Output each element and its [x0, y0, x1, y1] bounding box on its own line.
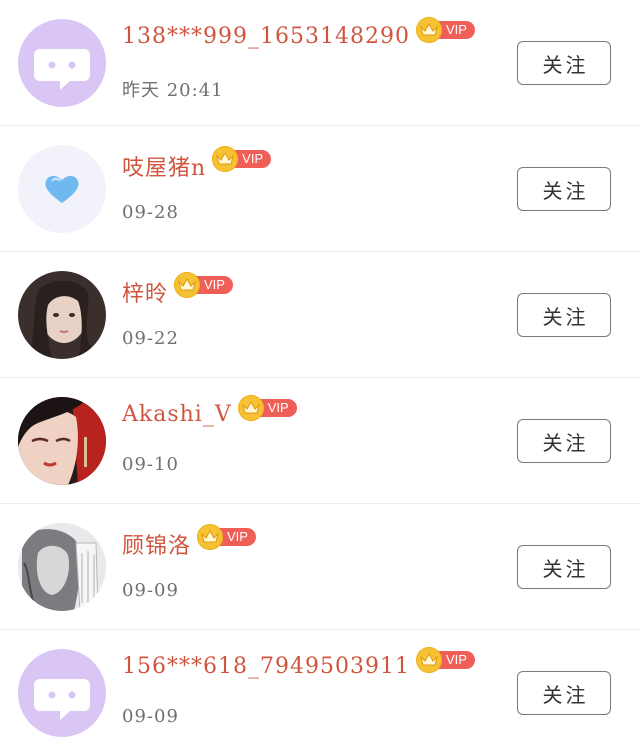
avatar[interactable]: [18, 649, 106, 737]
avatar[interactable]: [18, 523, 106, 611]
list-item[interactable]: 吱屋猪n VIP 09-28 关注: [0, 126, 640, 252]
avatar[interactable]: [18, 19, 106, 107]
photo-avatar-icon: [18, 271, 106, 359]
list-item[interactable]: 梓昤 VIP 09-22 关注: [0, 252, 640, 378]
vip-badge: VIP: [174, 272, 233, 298]
name-line: 138***999_1653148290 VIP: [122, 16, 475, 49]
vip-badge: VIP: [197, 524, 256, 550]
follow-time: 09-09: [122, 706, 179, 727]
follow-button[interactable]: 关注: [517, 545, 611, 589]
chat-bubble-icon: [18, 649, 106, 737]
follow-button[interactable]: 关注: [517, 671, 611, 715]
follow-button[interactable]: 关注: [517, 167, 611, 211]
illustration-avatar-icon: [18, 397, 106, 485]
vip-badge: VIP: [415, 646, 475, 673]
list-item[interactable]: Akashi_V VIP 09-10 关注: [0, 378, 640, 504]
crown-icon: [415, 16, 442, 43]
follow-button[interactable]: 关注: [517, 419, 611, 463]
vip-badge: VIP: [212, 146, 272, 172]
follower-list: 138***999_1653148290 VIP 昨天 20:41 关注 吱屋猪…: [0, 0, 640, 756]
avatar[interactable]: [18, 271, 106, 359]
sketch-avatar-icon: [18, 523, 106, 611]
follow-button[interactable]: 关注: [517, 293, 611, 337]
crown-icon: [415, 646, 442, 673]
user-name[interactable]: 顾锦洛: [122, 528, 191, 560]
user-name[interactable]: Akashi_V: [122, 402, 232, 427]
crown-icon: [197, 524, 224, 550]
user-name[interactable]: 梓昤: [122, 276, 168, 308]
list-item[interactable]: 顾锦洛 VIP 09-09 关注: [0, 504, 640, 630]
name-line: Akashi_V VIP: [122, 394, 297, 427]
name-line: 吱屋猪n VIP: [122, 146, 272, 182]
follow-button[interactable]: 关注: [517, 41, 611, 85]
user-name[interactable]: 吱屋猪n: [122, 150, 206, 182]
list-item[interactable]: 156***618_7949503911 VIP 09-09 关注: [0, 630, 640, 756]
heart-icon: [18, 145, 106, 233]
follow-time: 09-10: [122, 454, 179, 475]
avatar[interactable]: [18, 145, 106, 233]
avatar[interactable]: [18, 397, 106, 485]
list-item[interactable]: 138***999_1653148290 VIP 昨天 20:41 关注: [0, 0, 640, 126]
user-name[interactable]: 156***618_7949503911: [122, 654, 410, 679]
vip-badge: VIP: [237, 394, 297, 421]
crown-icon: [212, 146, 239, 172]
follow-time: 09-22: [122, 328, 179, 349]
crown-icon: [174, 272, 201, 298]
follow-time: 昨天 20:41: [122, 80, 224, 101]
follow-time: 09-28: [122, 202, 179, 223]
vip-badge: VIP: [415, 16, 475, 43]
user-name[interactable]: 138***999_1653148290: [122, 24, 410, 49]
name-line: 顾锦洛 VIP: [122, 524, 256, 560]
name-line: 156***618_7949503911 VIP: [122, 646, 475, 679]
name-line: 梓昤 VIP: [122, 272, 233, 308]
follow-time: 09-09: [122, 580, 179, 601]
chat-bubble-icon: [18, 19, 106, 107]
crown-icon: [237, 394, 264, 421]
